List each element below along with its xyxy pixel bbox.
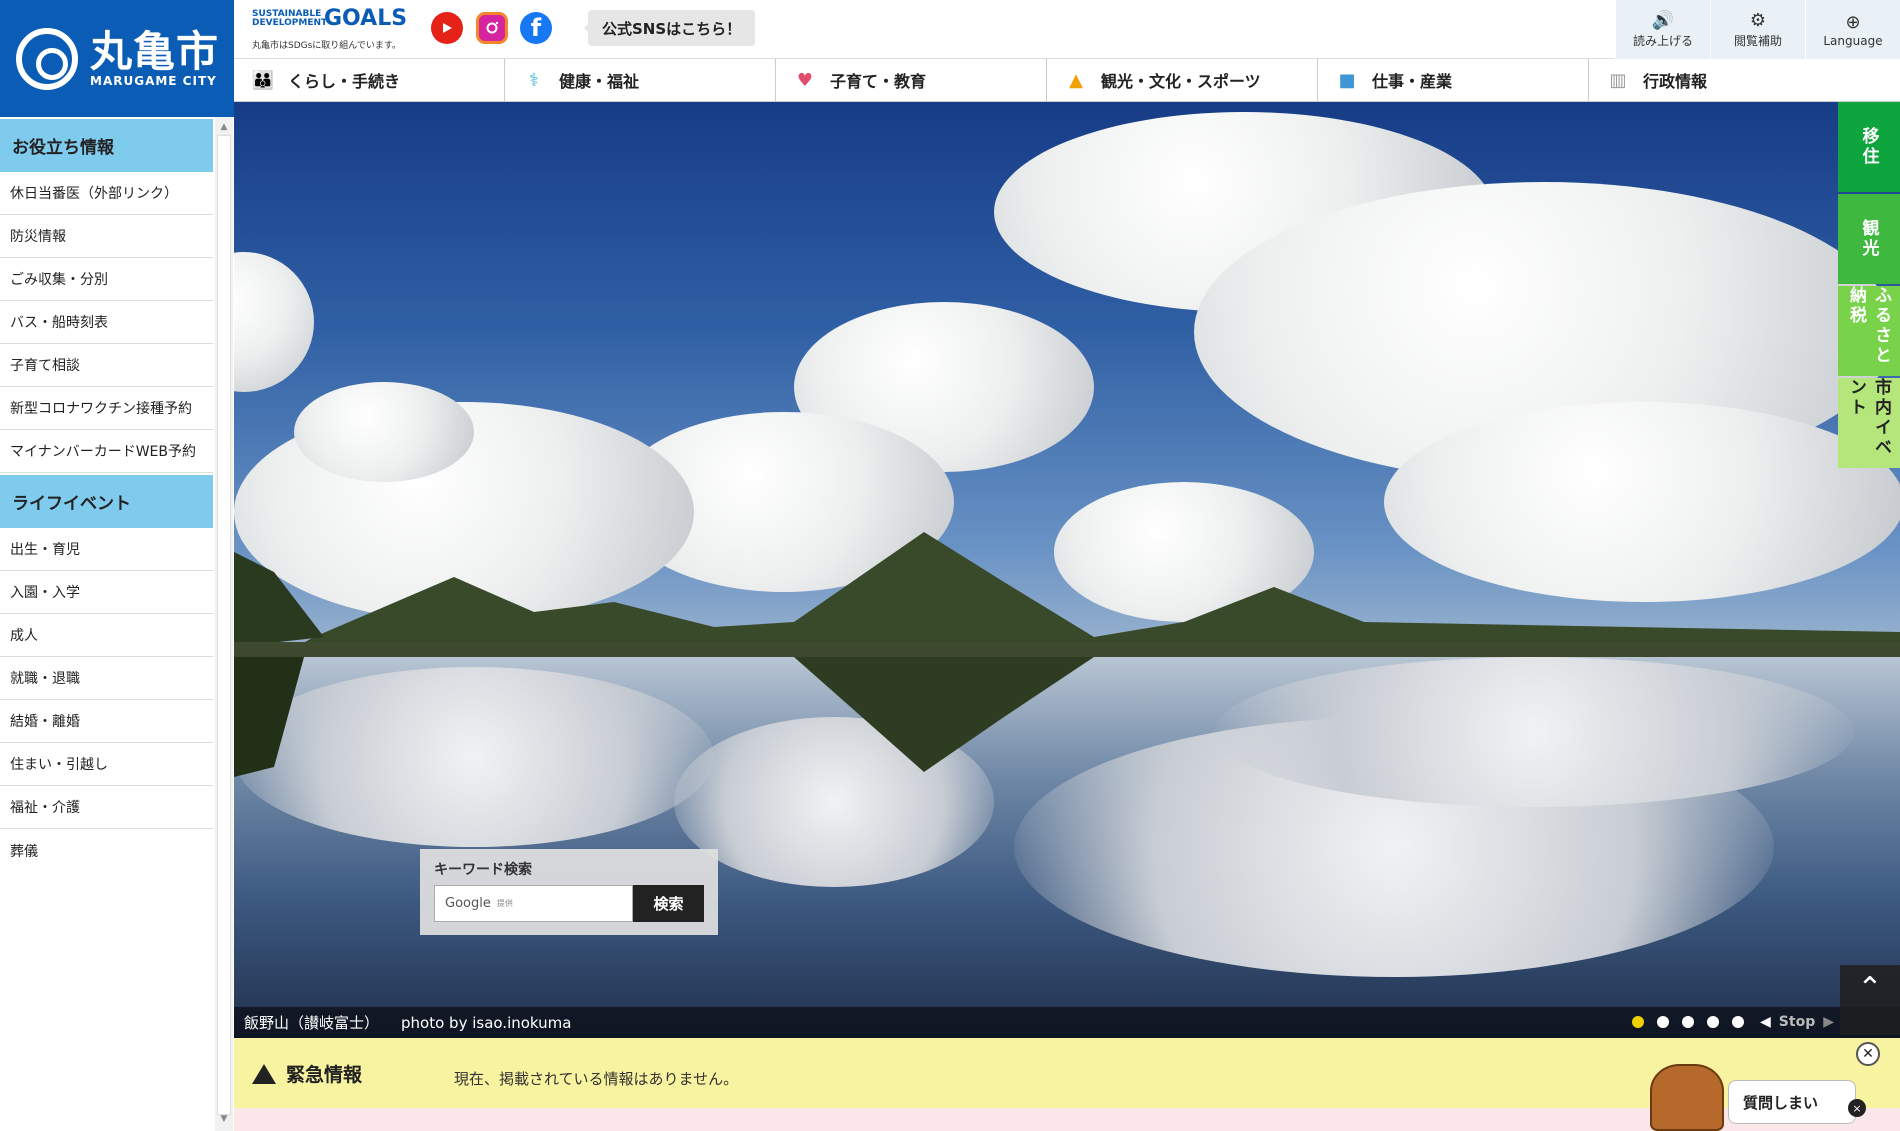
slide-dot[interactable] [1682, 1016, 1695, 1028]
gnav-living[interactable]: 👪 くらし・手続き [234, 59, 505, 101]
gnav-health[interactable]: ⚕ 健康・福祉 [505, 59, 776, 101]
sidebar-item-school[interactable]: 入園・入学 [0, 571, 213, 614]
accessibility-button[interactable]: ⚙ 閲覧補助 [1710, 0, 1805, 59]
search-placeholder: Google [445, 896, 491, 911]
mountain-reflection [234, 657, 1094, 777]
chevron-up-icon[interactable]: ⌃ [1840, 965, 1900, 1035]
slide-dot[interactable] [1632, 1016, 1645, 1028]
sidebar-scrollbar[interactable]: ▲ ▼ [215, 117, 233, 1131]
gnav-admin[interactable]: ▥ 行政情報 [1589, 59, 1900, 101]
sidebar-item-holiday-doctor[interactable]: 休日当番医（外部リンク） [0, 172, 213, 215]
scroll-thumb[interactable] [217, 135, 231, 1115]
stethoscope-icon: ⚕ [529, 69, 539, 91]
gnav-health-label: 健康・福祉 [559, 72, 640, 91]
sdgs-subtitle: 丸亀市はSDGsに取り組んでいます。 [252, 41, 401, 51]
site-logo[interactable]: 丸亀市 MARUGAME CITY [0, 0, 234, 117]
read-aloud-button[interactable]: 🔊 読み上げる [1615, 0, 1710, 59]
chat-bubble[interactable]: 質問しまい [1728, 1080, 1856, 1124]
language-button[interactable]: ⊕ Language [1805, 0, 1900, 59]
sidebar-item-job[interactable]: 就職・退職 [0, 657, 213, 700]
hero-slideshow: キーワード検索 Google 提供 検索 飯野山（讃岐富士） photo by i… [234, 102, 1900, 1038]
family-icon: ♥ [796, 69, 814, 91]
emergency-text: 現在、掲載されている情報はありません。 [454, 1070, 739, 1088]
slide-dot[interactable] [1732, 1016, 1745, 1028]
top-bar: SUSTAINABLE DEVELOPMENT GOALS 丸亀市はSDGsに取… [234, 0, 1900, 59]
sidebar-item-timetable[interactable]: バス・船時刻表 [0, 301, 213, 344]
side-tab-migration[interactable]: 移住 [1838, 102, 1900, 192]
logo-english: MARUGAME CITY [90, 73, 217, 88]
gnav-tourism[interactable]: ▲ 観光・文化・スポーツ [1047, 59, 1318, 101]
gnav-tourism-label: 観光・文化・スポーツ [1101, 72, 1261, 91]
sidebar-item-garbage[interactable]: ごみ収集・分別 [0, 258, 213, 301]
useful-info-heading: お役立ち情報 [0, 119, 213, 172]
sidebar-item-marriage[interactable]: 結婚・離婚 [0, 700, 213, 743]
close-icon[interactable]: ✕ [1856, 1042, 1880, 1066]
side-tab-tourism[interactable]: 観光 [1838, 194, 1900, 284]
keyword-search-label: キーワード検索 [434, 862, 532, 878]
side-tabs: 移住 観光 ふるさと納税 市内イベント [1838, 102, 1900, 470]
slide-dot[interactable] [1657, 1016, 1670, 1028]
search-button[interactable]: 検索 [633, 885, 704, 922]
gear-icon: ⚙ [1749, 10, 1767, 31]
chatbot-widget[interactable]: ✕ 質問しまい × [1640, 1040, 1890, 1131]
logo-japanese: 丸亀市 [90, 26, 220, 76]
slide-dot[interactable] [1707, 1016, 1720, 1028]
side-tab-furusato[interactable]: ふるさと納税 [1838, 286, 1900, 376]
mascot-icon [1650, 1064, 1724, 1131]
sidebar-item-funeral[interactable]: 葬儀 [0, 829, 213, 872]
speaker-icon: 🔊 [1651, 10, 1675, 31]
emergency-title: 緊急情報 [286, 1064, 363, 1086]
city-emblem-icon [16, 27, 78, 90]
official-sns-button[interactable]: 公式SNSはこちら！ [583, 10, 756, 46]
sidebar-item-mynumber[interactable]: マイナンバーカードWEB予約 [0, 430, 213, 473]
search-provided: 提供 [496, 899, 513, 908]
chat-close-icon[interactable]: × [1848, 1099, 1866, 1117]
gnav-living-label: くらし・手続き [288, 72, 401, 91]
photo-title: 飯野山（讃岐富士） [244, 1014, 380, 1032]
scroll-down-icon[interactable]: ▼ [215, 1111, 233, 1127]
sidebar-item-vaccine[interactable]: 新型コロナワクチン接種予約 [0, 387, 213, 430]
scroll-up-icon[interactable]: ▲ [215, 119, 233, 135]
gnav-work-label: 仕事・産業 [1372, 72, 1453, 91]
sidebar: お役立ち情報 休日当番医（外部リンク） 防災情報 ごみ収集・分別 バス・船時刻表… [0, 117, 234, 1131]
people-icon: 👪 [251, 69, 275, 91]
sidebar-item-welfare[interactable]: 福祉・介護 [0, 786, 213, 829]
sdgs-small-text: SUSTAINABLE DEVELOPMENT [252, 9, 328, 28]
sidebar-item-moving[interactable]: 住まい・引越し [0, 743, 213, 786]
warning-icon [252, 1063, 276, 1084]
sdgs-banner[interactable]: SUSTAINABLE DEVELOPMENT GOALS 丸亀市はSDGsに取… [252, 8, 412, 52]
prev-slide-icon[interactable]: ◀ [1760, 1014, 1771, 1030]
photo-credit: photo by isao.inokuma [401, 1013, 572, 1032]
gnav-work[interactable]: ■ 仕事・産業 [1318, 59, 1589, 101]
life-event-heading: ライフイベント [0, 475, 213, 528]
search-input[interactable]: Google 提供 [434, 885, 633, 922]
language-label: Language [1823, 33, 1883, 48]
global-nav: 👪 くらし・手続き ⚕ 健康・福祉 ♥ 子育て・教育 ▲ 観光・文化・スポーツ ■ 仕事・… [234, 59, 1900, 102]
sidebar-item-disaster[interactable]: 防災情報 [0, 215, 213, 258]
building-icon: ▥ [1609, 69, 1627, 91]
sidebar-item-birth[interactable]: 出生・育児 [0, 528, 213, 571]
stop-slide-button[interactable]: Stop [1779, 1014, 1815, 1030]
gnav-childcare[interactable]: ♥ 子育て・教育 [776, 59, 1047, 101]
side-tab-events[interactable]: 市内イベント [1838, 378, 1900, 468]
facebook-icon[interactable]: f [520, 12, 552, 44]
briefcase-icon: ■ [1338, 69, 1356, 91]
next-slide-icon[interactable]: ▶ [1823, 1014, 1834, 1030]
gnav-childcare-label: 子育て・教育 [830, 72, 927, 91]
globe-icon: ⊕ [1845, 11, 1861, 33]
sdgs-goals-text: GOALS [324, 6, 408, 31]
youtube-icon[interactable] [431, 12, 463, 44]
accessibility-label: 閲覧補助 [1733, 34, 1782, 48]
gnav-admin-label: 行政情報 [1643, 72, 1708, 91]
keyword-search-box: キーワード検索 Google 提供 検索 [420, 849, 718, 935]
sidebar-item-adult[interactable]: 成人 [0, 614, 213, 657]
read-aloud-label: 読み上げる [1632, 34, 1693, 48]
castle-icon: ▲ [1069, 69, 1083, 91]
instagram-icon[interactable] [476, 12, 508, 44]
sidebar-item-child-consult[interactable]: 子育て相談 [0, 344, 213, 387]
slide-controls: ◀ Stop ▶ [1619, 1014, 1834, 1030]
